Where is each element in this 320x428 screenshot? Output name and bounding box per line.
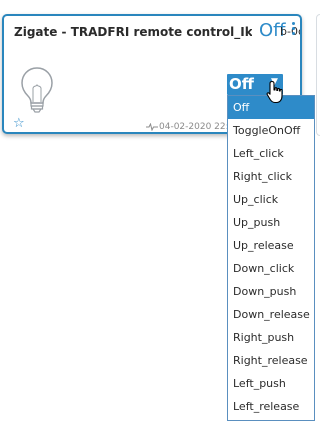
dropdown-option[interactable]: ToggleOnOff: [228, 119, 314, 142]
kebab-menu-icon[interactable]: [291, 22, 296, 40]
dropdown-option[interactable]: Right_push: [228, 326, 314, 349]
dropdown-option[interactable]: Right_click: [228, 165, 314, 188]
hand-cursor-icon: [266, 80, 283, 104]
pulse-icon: [146, 123, 158, 131]
dropdown-option[interactable]: Up_push: [228, 211, 314, 234]
dropdown-option[interactable]: Left_push: [228, 372, 314, 395]
card-title: Zigate - TRADFRI remote control_Ikea_Rou: [14, 25, 252, 39]
dropdown-option[interactable]: Up_release: [228, 234, 314, 257]
dropdown-option[interactable]: Down_click: [228, 257, 314, 280]
dropdown-option[interactable]: Up_click: [228, 188, 314, 211]
dropdown-option[interactable]: Down_release: [228, 303, 314, 326]
state-dropdown-list[interactable]: Off ToggleOnOff Left_click Right_click U…: [227, 95, 315, 421]
star-icon[interactable]: ☆: [13, 117, 25, 130]
dropdown-option[interactable]: Left_release: [228, 395, 314, 418]
dropdown-option[interactable]: Down_push: [228, 280, 314, 303]
state-select-value: Off: [229, 75, 254, 93]
adjacent-card: [316, 14, 320, 136]
lightbulb-icon: [21, 67, 53, 113]
dropdown-option[interactable]: Left_click: [228, 142, 314, 165]
page: Zigate - TRADFRI remote control_Ikea_Rou…: [0, 0, 320, 428]
dropdown-option[interactable]: Right_release: [228, 349, 314, 372]
last-update-timestamp: 04-02-2020 22:2: [159, 122, 235, 132]
